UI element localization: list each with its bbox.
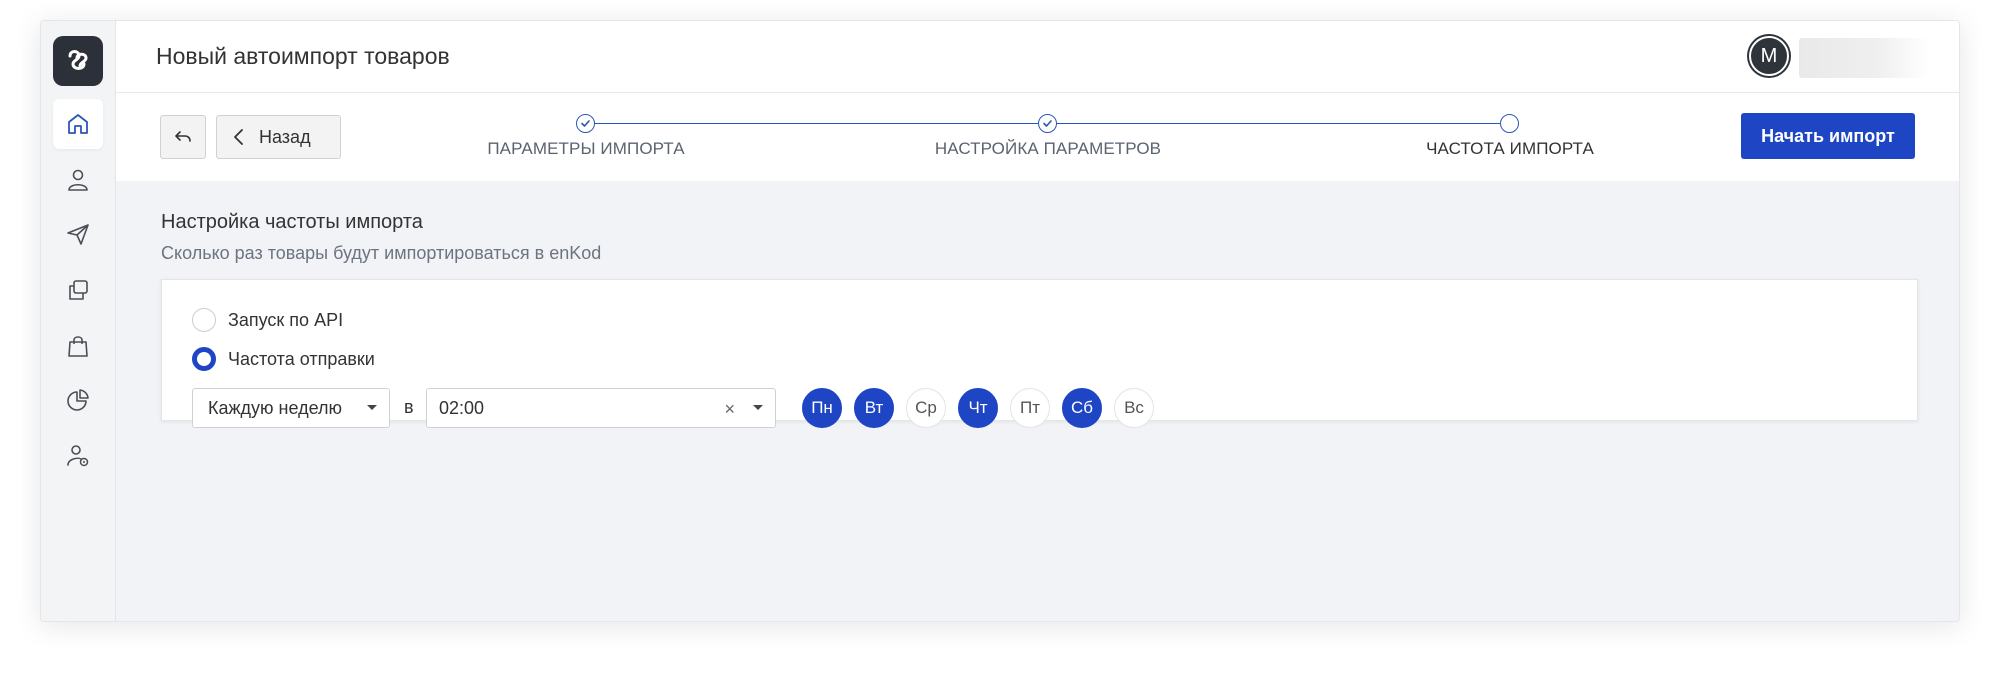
sidebar-item-campaigns[interactable]	[53, 209, 103, 259]
user-name-blurred[interactable]	[1799, 38, 1929, 78]
time-select-value: 02:00	[439, 397, 485, 418]
page-title: Новый автоимпорт товаров	[156, 43, 450, 69]
day-thursday[interactable]: Чт	[958, 388, 998, 428]
top-header: Новый автоимпорт товаров M	[116, 21, 1959, 93]
step-connector-2	[1047, 123, 1509, 124]
sidebar-item-contacts[interactable]	[53, 155, 103, 205]
step-connector-1	[585, 123, 1047, 124]
sidebar-item-products[interactable]	[53, 321, 103, 371]
step-2-label[interactable]: НАСТРОЙКА ПАРАМЕТРОВ	[935, 139, 1161, 159]
day-tuesday[interactable]: Вт	[854, 388, 894, 428]
step-2-indicator[interactable]	[1038, 114, 1057, 133]
person-icon	[68, 169, 88, 191]
radio-option-frequency[interactable]: Частота отправки	[192, 347, 375, 371]
user-gear-icon	[67, 445, 89, 467]
enkod-logo-icon	[68, 50, 88, 70]
section-subtitle: Сколько раз товары будут импортироваться…	[161, 243, 602, 263]
paper-plane-icon	[67, 224, 89, 245]
day-sunday[interactable]: Вс	[1114, 388, 1154, 428]
shopping-bag-icon	[68, 336, 88, 357]
clear-icon[interactable]: ×	[724, 399, 735, 420]
avatar[interactable]: M	[1749, 36, 1789, 76]
caret-down-icon[interactable]	[753, 405, 763, 410]
check-icon	[581, 120, 590, 127]
sidebar-item-account-settings[interactable]	[53, 431, 103, 481]
start-import-button[interactable]: Начать импорт	[1741, 113, 1915, 159]
day-friday[interactable]: Пт	[1010, 388, 1050, 428]
day-wednesday[interactable]: Ср	[906, 388, 946, 428]
sidebar-item-home[interactable]	[53, 99, 103, 149]
day-monday[interactable]: Пн	[802, 388, 842, 428]
step-3-indicator[interactable]	[1500, 114, 1519, 133]
caret-down-icon	[367, 405, 377, 410]
time-select[interactable]: 02:00 ×	[426, 388, 776, 428]
radio-option-api[interactable]: Запуск по API	[192, 308, 343, 332]
sidebar	[41, 21, 116, 621]
frequency-card: Запуск по API Частота отправки Каждую не…	[161, 279, 1918, 428]
radio-api[interactable]	[192, 308, 216, 332]
day-saturday[interactable]: Сб	[1062, 388, 1102, 428]
import-stepper: ПАРАМЕТРЫ ИМПОРТА НАСТРОЙКА ПАРАМЕТРОВ Ч…	[116, 93, 1959, 181]
weekday-selector: Пн Вт Ср Чт Пт Сб Вс	[802, 388, 1166, 428]
step-1-indicator[interactable]	[576, 114, 595, 133]
sidebar-item-analytics[interactable]	[53, 375, 103, 425]
radio-frequency[interactable]	[192, 347, 216, 371]
step-3-label[interactable]: ЧАСТОТА ИМПОРТА	[1426, 139, 1594, 159]
period-select[interactable]: Каждую неделю	[192, 388, 390, 428]
pie-chart-icon	[67, 389, 89, 411]
radio-api-label: Запуск по API	[228, 309, 344, 330]
period-select-value: Каждую неделю	[208, 397, 343, 418]
app-logo[interactable]	[53, 36, 103, 86]
at-label: в	[404, 397, 414, 417]
copy-icon	[69, 280, 88, 300]
radio-frequency-label: Частота отправки	[228, 348, 375, 369]
wizard-toolbar: Назад ПАРАМЕТРЫ ИМПОРТА НАСТРОЙКА ПАРАМЕ…	[116, 93, 1959, 181]
section-title: Настройка частоты импорта	[161, 211, 423, 233]
sidebar-item-templates[interactable]	[53, 265, 103, 315]
step-1-label[interactable]: ПАРАМЕТРЫ ИМПОРТА	[487, 139, 684, 159]
check-icon	[1043, 120, 1052, 127]
app-window: Новый автоимпорт товаров M Назад ПАРАМЕТ…	[40, 20, 1960, 622]
home-icon	[68, 114, 88, 134]
